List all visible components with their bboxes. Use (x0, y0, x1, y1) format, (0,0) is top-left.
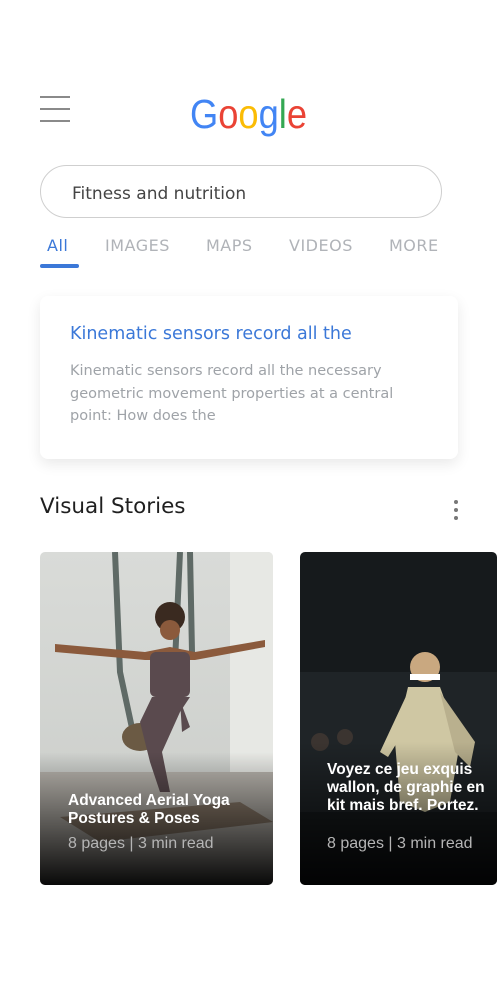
story-title: Advanced Aerial Yoga Postures & Poses (68, 792, 230, 827)
story-card[interactable]: Voyez ce jeu exquis wallon, de graphie e… (300, 552, 497, 885)
story-card[interactable]: Advanced Aerial Yoga Postures & Poses 8 … (40, 552, 273, 885)
result-snippet: Kinematic sensors record all the necessa… (70, 363, 394, 424)
search-input[interactable] (70, 166, 434, 221)
hamburger-menu-icon[interactable] (40, 96, 70, 122)
result-title-link[interactable]: Kinematic sensors record all the (70, 324, 352, 344)
tab-videos[interactable]: VIDEOS (289, 236, 353, 255)
tab-more[interactable]: MORE (389, 236, 439, 255)
story-meta: 8 pages | 3 min read (68, 835, 214, 852)
story-meta: 8 pages | 3 min read (327, 835, 473, 852)
tab-images[interactable]: IMAGES (105, 236, 170, 255)
search-result-card: Kinematic sensors record all the Kinemat… (40, 296, 458, 459)
tab-all[interactable]: All (47, 236, 68, 255)
story-title: Voyez ce jeu exquis wallon, de graphie e… (327, 761, 485, 814)
more-vertical-icon[interactable] (448, 496, 464, 524)
tab-maps[interactable]: MAPS (206, 236, 253, 255)
active-tab-indicator (40, 264, 79, 268)
section-title: Visual Stories (40, 494, 186, 519)
google-logo: Google (190, 91, 307, 137)
search-box[interactable] (40, 165, 442, 221)
svg-text:Google: Google (190, 91, 307, 137)
